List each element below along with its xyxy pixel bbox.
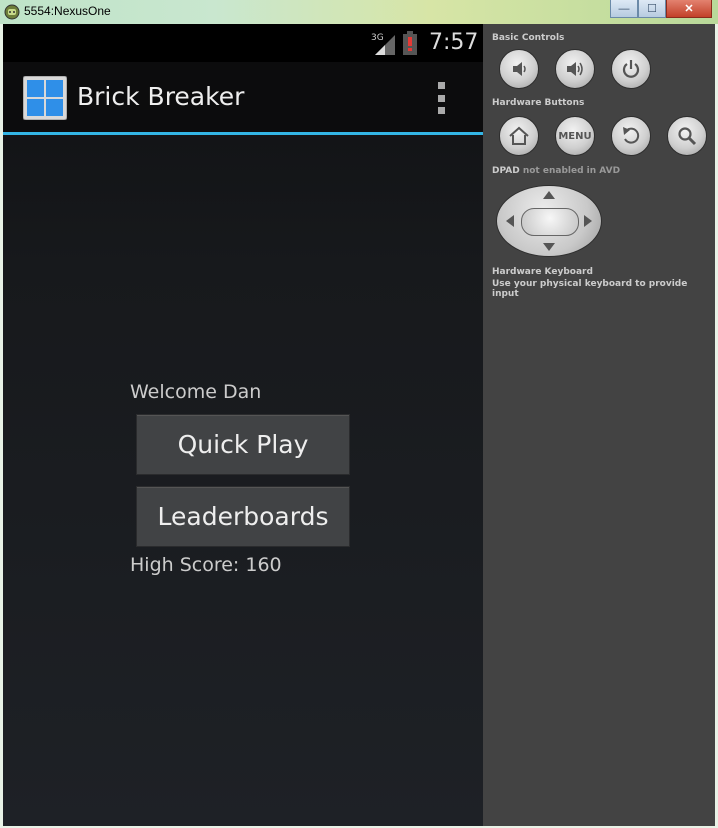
- maximize-button[interactable]: ☐: [638, 0, 666, 18]
- power-icon: [622, 60, 640, 78]
- power-button[interactable]: [611, 49, 651, 89]
- dpad-right-arrow-icon[interactable]: [584, 215, 592, 227]
- back-button[interactable]: [611, 116, 651, 156]
- volume-up-button[interactable]: [555, 49, 595, 89]
- hardware-keyboard-note: Use your physical keyboard to provide in…: [492, 279, 688, 299]
- overflow-menu-icon[interactable]: [433, 82, 449, 114]
- minimize-button[interactable]: —: [610, 0, 638, 18]
- search-button[interactable]: [667, 116, 707, 156]
- home-button[interactable]: [499, 116, 539, 156]
- signal-3g-icon: 3G: [371, 33, 395, 55]
- dpad-note: not enabled in AVD: [522, 166, 621, 176]
- battery-low-icon: [403, 31, 417, 55]
- dpad-control[interactable]: [496, 185, 602, 257]
- window-title: 5554:NexusOne: [24, 4, 111, 18]
- volume-down-button[interactable]: [499, 49, 539, 89]
- volume-down-icon: [513, 62, 526, 76]
- status-clock: 7:57: [429, 30, 479, 55]
- hardware-buttons-label: Hardware Buttons: [492, 98, 585, 108]
- app-title: Brick Breaker: [77, 82, 245, 111]
- dpad-label: DPAD not enabled in AVD: [492, 166, 620, 176]
- app-launcher-icon[interactable]: [23, 76, 67, 120]
- leaderboards-button[interactable]: Leaderboards: [136, 486, 350, 547]
- dpad-center-button[interactable]: [521, 208, 579, 236]
- hardware-keyboard-label: Hardware Keyboard: [492, 267, 593, 277]
- basic-controls-label: Basic Controls: [492, 33, 565, 43]
- svg-text:3G: 3G: [371, 33, 384, 43]
- high-score-text: High Score: 160: [130, 554, 282, 576]
- welcome-text: Welcome Dan: [130, 381, 262, 403]
- search-icon: [678, 127, 697, 146]
- menu-button-label: MENU: [558, 130, 592, 142]
- status-bar: 3G 7:57: [3, 24, 483, 62]
- menu-button[interactable]: MENU: [555, 116, 595, 156]
- window-titlebar[interactable]: 5554:NexusOne — ☐ ✕: [0, 0, 718, 24]
- action-bar: Brick Breaker: [3, 62, 483, 135]
- android-emulator-icon: [4, 4, 20, 20]
- dpad-left-arrow-icon[interactable]: [506, 215, 514, 227]
- close-button[interactable]: ✕: [666, 0, 712, 18]
- dpad-title: DPAD: [492, 166, 520, 176]
- emulator-screen[interactable]: 3G 7:57 Brick Breaker Welcome Dan Quick …: [3, 24, 483, 826]
- back-icon: [623, 127, 640, 144]
- home-icon: [509, 126, 529, 145]
- volume-up-icon: [567, 62, 583, 76]
- dpad-down-arrow-icon[interactable]: [543, 243, 555, 251]
- emulator-controls-panel: Basic Controls Hardware Buttons MENU DPA…: [483, 24, 715, 826]
- quick-play-button[interactable]: Quick Play: [136, 414, 350, 475]
- dpad-up-arrow-icon[interactable]: [543, 191, 555, 199]
